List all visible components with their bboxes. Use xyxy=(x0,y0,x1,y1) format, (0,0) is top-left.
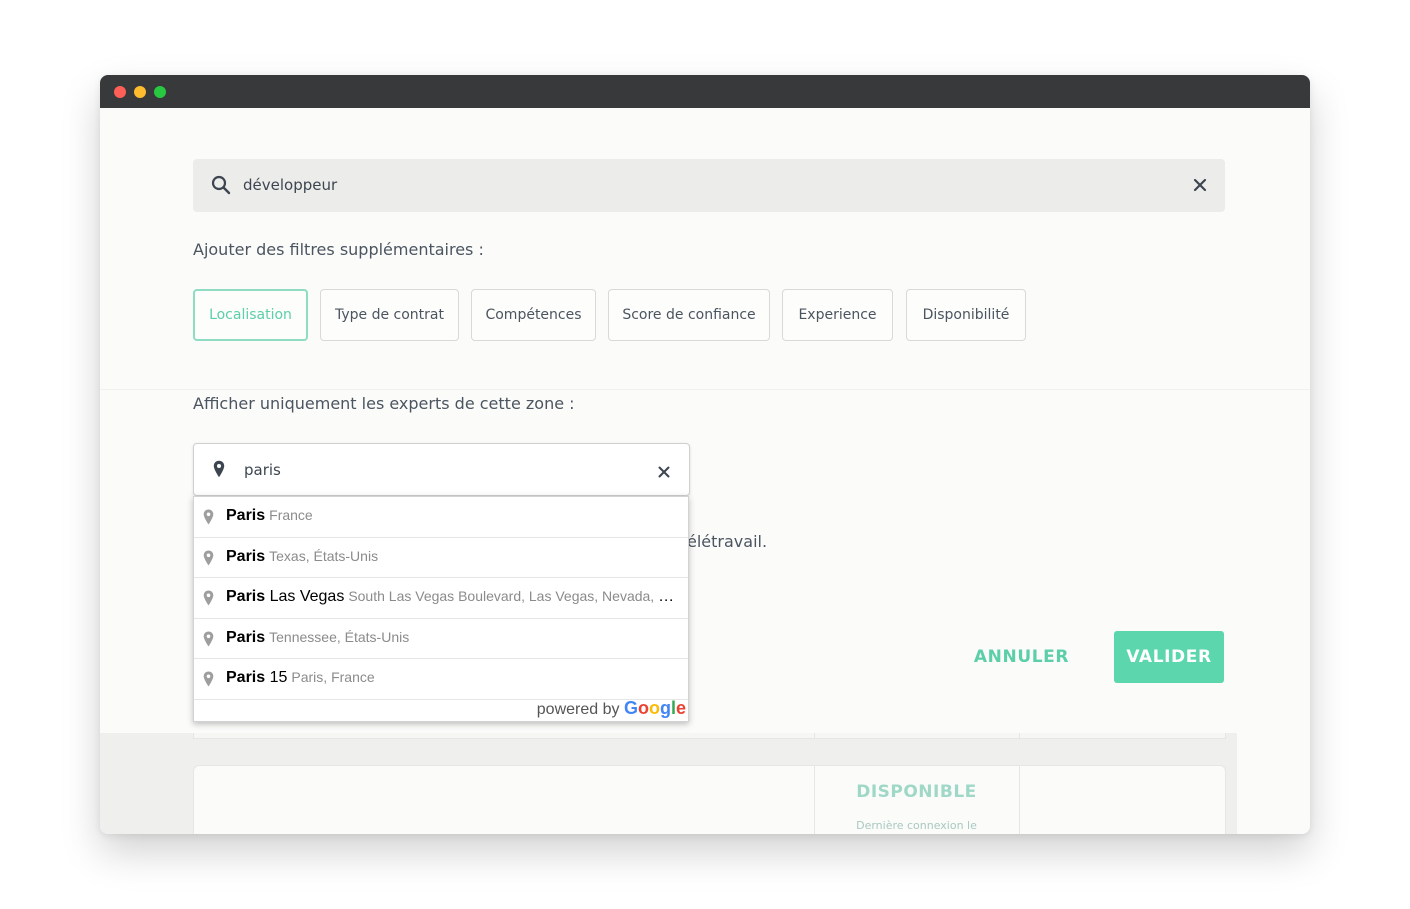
autocomplete-match: Paris xyxy=(226,669,266,686)
filter-chip-type-de-contrat[interactable]: Type de contrat xyxy=(320,289,459,341)
autocomplete-match: Paris xyxy=(226,547,266,565)
cancel-button[interactable]: ANNULER xyxy=(964,631,1079,683)
powered-by-label: powered by xyxy=(536,701,620,718)
availability-status: DISPONIBLE xyxy=(856,782,977,802)
autocomplete-match: Paris xyxy=(226,628,266,646)
filters-heading: Ajouter des filtres supplémentaires : xyxy=(193,240,484,259)
location-pin-icon xyxy=(203,550,214,565)
autocomplete-main-rest: 15 xyxy=(265,669,288,686)
close-icon[interactable] xyxy=(1193,178,1207,192)
maximize-window-button[interactable] xyxy=(154,86,166,98)
filter-chip-disponibilite[interactable]: Disponibilité xyxy=(906,289,1026,341)
autocomplete-item[interactable]: Paris 15 Paris, France xyxy=(194,659,688,700)
column-divider xyxy=(1019,766,1020,834)
google-logo: Google xyxy=(623,698,686,718)
location-input[interactable]: paris xyxy=(244,461,281,479)
location-autocomplete-dropdown: Paris France Paris Texas, États-Unis Paris… xyxy=(193,496,689,722)
filter-chip-experience[interactable]: Experience xyxy=(782,289,893,341)
location-field[interactable]: paris xyxy=(193,443,690,496)
search-bar[interactable]: développeur xyxy=(193,159,1225,212)
autocomplete-item[interactable]: Paris Texas, États-Unis xyxy=(194,538,688,578)
location-pin-icon xyxy=(203,590,214,606)
column-divider xyxy=(1019,733,1020,739)
close-icon[interactable] xyxy=(658,466,670,478)
location-pin-icon xyxy=(213,460,225,478)
last-connection-text: Dernière connexion le xyxy=(856,819,977,832)
result-card-previous xyxy=(193,733,1226,739)
autocomplete-main-rest: Las Vegas xyxy=(265,588,345,605)
autocomplete-secondary: Tennessee, États-Unis xyxy=(269,628,410,645)
autocomplete-item[interactable]: Paris Las Vegas South Las Vegas Boulevard… xyxy=(194,578,688,619)
autocomplete-item[interactable]: Paris Tennessee, États-Unis xyxy=(194,619,688,659)
location-pin-icon xyxy=(203,671,214,687)
column-divider xyxy=(814,733,815,739)
results-list-background: DISPONIBLE Dernière connexion le xyxy=(100,733,1237,834)
zone-heading: Afficher uniquement les experts de cette… xyxy=(193,394,575,413)
autocomplete-secondary: Texas, États-Unis xyxy=(269,547,379,564)
remote-work-text: élétravail. xyxy=(687,532,768,551)
filter-chip-competences[interactable]: Compétences xyxy=(471,289,596,341)
result-card[interactable]: DISPONIBLE Dernière connexion le xyxy=(193,765,1226,834)
section-divider xyxy=(100,389,1310,390)
close-window-button[interactable] xyxy=(114,86,126,98)
autocomplete-secondary: Paris, France xyxy=(291,669,375,685)
autocomplete-secondary: France xyxy=(269,507,313,523)
filter-chip-score-de-confiance[interactable]: Score de confiance xyxy=(608,289,770,341)
filter-chip-localisation[interactable]: Localisation xyxy=(193,289,308,341)
autocomplete-secondary: South Las Vegas Boulevard, Las Vegas, Ne… xyxy=(348,588,680,604)
autocomplete-match: Paris xyxy=(226,588,266,605)
search-input[interactable]: développeur xyxy=(243,176,337,194)
minimize-window-button[interactable] xyxy=(134,86,146,98)
title-bar xyxy=(100,75,1310,108)
validate-button[interactable]: VALIDER xyxy=(1114,631,1224,683)
location-pin-icon xyxy=(203,631,214,646)
search-icon xyxy=(211,175,231,195)
location-pin-icon xyxy=(203,509,214,525)
autocomplete-match: Paris xyxy=(226,507,266,524)
powered-by-google: powered by Google xyxy=(537,698,686,719)
autocomplete-item[interactable]: Paris France xyxy=(194,497,688,538)
